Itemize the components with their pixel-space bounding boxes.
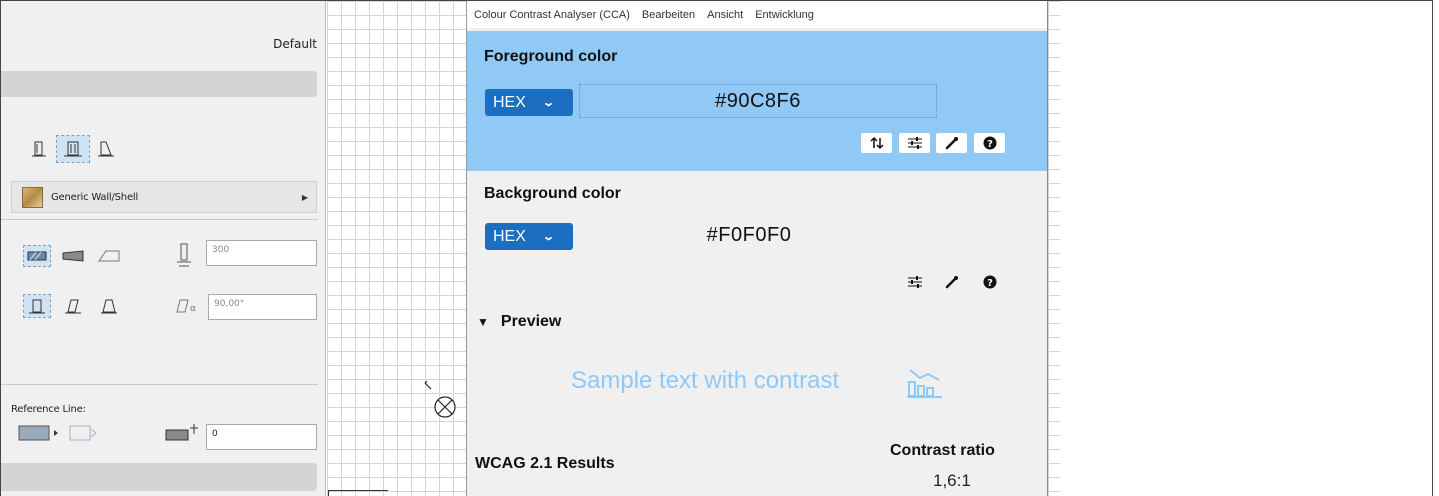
floor-plan-grid[interactable]: [327, 1, 466, 496]
wall-structure-basic-icon[interactable]: [23, 294, 51, 318]
panel-footer-bar: [1, 463, 317, 491]
background-section: Background color HEX ⌄ #F0F0F0 ?: [467, 171, 1048, 301]
background-eyedropper-button[interactable]: [936, 272, 967, 292]
background-title: Background color: [484, 185, 621, 202]
material-swatch: [22, 186, 43, 208]
default-label: Default: [273, 37, 317, 51]
reference-offset-field[interactable]: 0: [206, 424, 317, 450]
menu-develop[interactable]: Entwicklung: [755, 9, 814, 21]
material-label: Generic Wall/Shell: [51, 191, 139, 203]
sliders-icon: [907, 137, 922, 149]
svg-text:?: ?: [987, 139, 993, 150]
help-icon: ?: [983, 275, 996, 289]
preview-sample-text: Sample text with contrast: [571, 367, 840, 394]
wall-height-field[interactable]: 300: [206, 240, 317, 266]
wall-angle-icon: α: [173, 295, 203, 317]
background-format-select[interactable]: HEX ⌄: [485, 223, 573, 250]
foreground-format-select[interactable]: HEX ⌄: [485, 89, 573, 116]
contrast-ratio-value: 1,6:1: [933, 471, 971, 490]
menu-bar: Colour Contrast Analyser (CCA) Bearbeite…: [467, 1, 1047, 28]
menu-edit[interactable]: Bearbeiten: [642, 9, 695, 21]
wall-structure-double-slanted-icon[interactable]: [96, 295, 122, 317]
triangle-down-icon: ▼: [477, 315, 489, 329]
foreground-format-label: HEX: [493, 93, 526, 111]
wcag-results-title: WCAG 2.1 Results: [475, 455, 615, 472]
preview-title: Preview: [500, 313, 562, 330]
svg-text:α: α: [190, 304, 196, 314]
divider: [1, 219, 318, 220]
eyedropper-icon: [945, 137, 958, 150]
contrast-ratio-label: Contrast ratio: [890, 442, 995, 459]
sliders-icon: [907, 276, 922, 288]
foreground-title: Foreground color: [484, 48, 618, 65]
reference-line-dropdown[interactable]: [17, 422, 63, 444]
background-format-label: HEX: [493, 227, 526, 245]
help-icon: ?: [983, 136, 996, 150]
background-hex-input[interactable]: #F0F0F0: [579, 218, 919, 252]
foreground-section: Foreground color HEX ⌄ #90C8F6 ?: [467, 31, 1048, 171]
wall-structure-inclined-icon[interactable]: [60, 295, 86, 317]
foreground-help-button[interactable]: ?: [974, 133, 1005, 153]
panel-header-bar: [1, 71, 317, 97]
swap-icon: [869, 136, 884, 150]
swap-colors-button[interactable]: [861, 133, 892, 153]
chevron-down-icon: ⌄: [542, 231, 555, 243]
preview-toggle[interactable]: ▼ Preview: [477, 313, 561, 331]
wall-angle-field[interactable]: 90,00°: [208, 294, 317, 320]
background-help-button[interactable]: ?: [974, 272, 1005, 292]
svg-text:?: ?: [987, 278, 993, 289]
foreground-hex-input[interactable]: #90C8F6: [579, 84, 937, 118]
wall-slanted-icon[interactable]: [95, 138, 117, 160]
wall-thick-icon[interactable]: [56, 135, 90, 163]
eyedropper-icon: [945, 276, 958, 289]
wall-geometry-straight-icon[interactable]: [23, 245, 51, 267]
wall-straight-icon[interactable]: [28, 138, 50, 160]
reference-line-label: Reference Line:: [11, 404, 86, 415]
chevron-down-icon: ⌄: [542, 97, 555, 109]
floor-plan-grid-right: [1047, 1, 1060, 496]
divider: [1, 384, 318, 385]
menu-app[interactable]: Colour Contrast Analyser (CCA): [474, 9, 630, 21]
wall-settings-panel: Default Generic Wall/Shell ▶ 300 α 90,00…: [1, 1, 326, 496]
material-selector[interactable]: Generic Wall/Shell ▶: [11, 181, 317, 213]
menu-view[interactable]: Ansicht: [707, 9, 743, 21]
wall-height-icon: [173, 241, 195, 269]
foreground-sliders-button[interactable]: [899, 133, 930, 153]
drawing-edge: [328, 490, 388, 496]
foreground-eyedropper-button[interactable]: [936, 133, 967, 153]
cca-window: Colour Contrast Analyser (CCA) Bearbeite…: [466, 1, 1048, 496]
chevron-right-icon: ▶: [301, 192, 308, 202]
north-arrow-icon: [424, 380, 456, 418]
wall-geometry-trapezoid-icon[interactable]: [60, 246, 86, 266]
reference-offset-icon: [163, 421, 203, 445]
wall-geometry-polygon-icon[interactable]: [96, 246, 122, 266]
reference-line-side-icon[interactable]: [67, 422, 101, 444]
chart-icon[interactable]: [905, 365, 945, 399]
background-sliders-button[interactable]: [899, 272, 930, 292]
